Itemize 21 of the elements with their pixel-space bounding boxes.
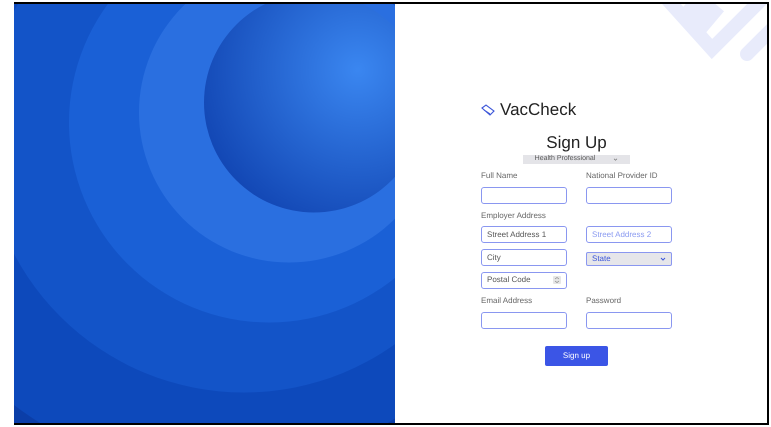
- spinner-icon[interactable]: [553, 276, 561, 284]
- field-label: National Provider ID: [586, 170, 659, 182]
- input-field[interactable]: [481, 312, 567, 328]
- field-label: Full Name: [481, 170, 518, 182]
- number-field[interactable]: Postal Code: [481, 272, 567, 288]
- field-label: Email Address: [481, 294, 534, 306]
- section-label: Employer Address: [481, 210, 547, 222]
- sign-up-button[interactable]: Sign up: [545, 346, 608, 366]
- page-title: Sign Up: [546, 132, 607, 152]
- input-field[interactable]: City: [481, 248, 567, 266]
- field-label: Password: [586, 294, 622, 306]
- brand-name: VacCheck: [500, 99, 576, 121]
- chevron-icon: [613, 158, 618, 160]
- input-field[interactable]: Street Address 1: [481, 226, 567, 242]
- input-field[interactable]: [586, 312, 672, 328]
- input-field[interactable]: Street Address 2: [586, 226, 672, 242]
- chevron-icon: [660, 256, 666, 260]
- input-field[interactable]: [481, 186, 567, 204]
- input-field[interactable]: Postal Code: [487, 274, 547, 286]
- state-select[interactable]: State: [586, 252, 672, 266]
- input-field[interactable]: [586, 186, 672, 204]
